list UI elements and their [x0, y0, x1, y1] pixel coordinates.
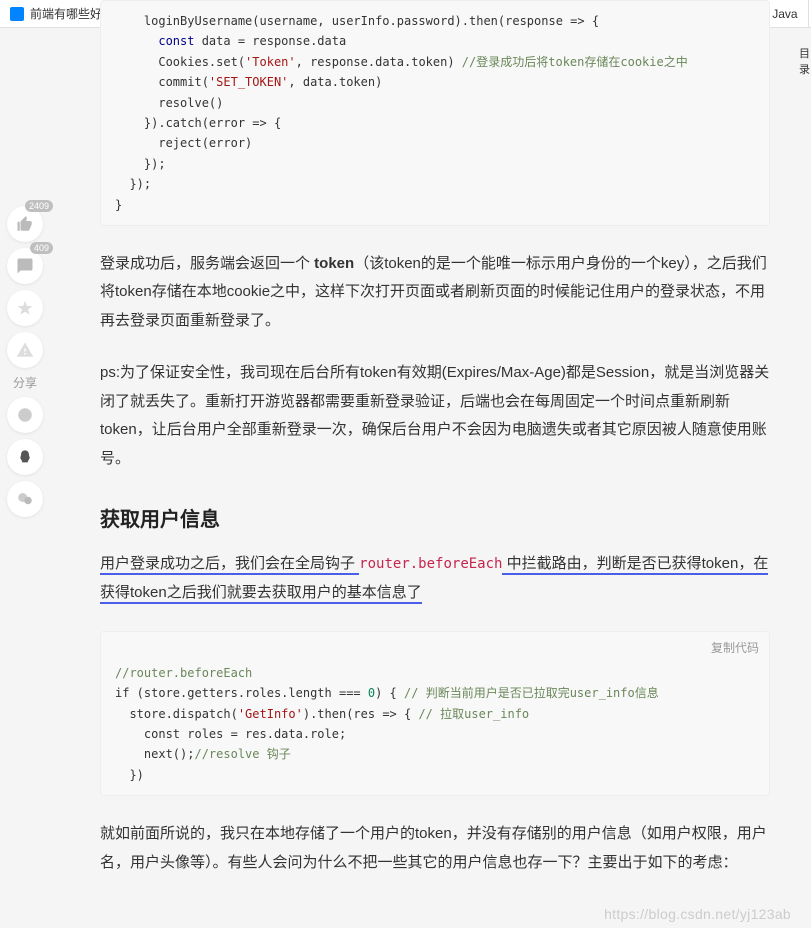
warn-button[interactable] — [7, 332, 43, 368]
favicon-icon — [10, 7, 24, 21]
code-line: ) { — [375, 686, 404, 700]
paragraph-token: 登录成功后，服务端会返回一个 token（该token的是一个能唯一标示用户身份… — [100, 250, 770, 336]
comment-count-badge: 409 — [30, 242, 53, 254]
paragraph-why: 就如前面所说的，我只在本地存储了一个用户的token，并没有存储别的用户信息（如… — [100, 820, 770, 877]
article-content: loginByUsername(username, userInfo.passw… — [100, 0, 770, 901]
weibo-icon — [16, 406, 34, 424]
like-button[interactable]: 2409 — [7, 206, 43, 242]
warning-icon — [16, 341, 34, 359]
wechat-icon — [16, 490, 34, 508]
code-line: next(); — [115, 747, 194, 761]
qq-button[interactable] — [7, 439, 43, 475]
heading-get-user-info: 获取用户信息 — [100, 503, 770, 532]
code-line: const roles = res.data.role; — [115, 727, 346, 741]
qq-icon — [17, 449, 33, 465]
code-block-beforeeach: 复制代码 //router.beforeEach if (store.gette… — [100, 631, 770, 796]
code-line: ).then(res => { — [303, 707, 419, 721]
text-underlined: 用户登录成功之后，我们会在全局钩子 — [100, 555, 359, 575]
code-line: //router.beforeEach — [115, 666, 252, 680]
text: 登录成功后，服务端会返回一个 — [100, 255, 314, 272]
wechat-button[interactable] — [7, 481, 43, 517]
table-of-contents: 目录 — [799, 45, 811, 77]
code-comment: // 拉取user_info — [418, 707, 529, 721]
code-comment: // 判断当前用户是否已拉取完user_info信息 — [404, 686, 659, 700]
inline-code: router.beforeEach — [359, 556, 502, 572]
weibo-button[interactable] — [7, 397, 43, 433]
code-block-login: loginByUsername(username, userInfo.passw… — [100, 0, 770, 226]
share-sidebar: 2409 409 分享 — [0, 200, 50, 523]
share-label: 分享 — [0, 374, 50, 391]
comment-icon — [16, 257, 34, 275]
like-count-badge: 2409 — [25, 200, 53, 212]
code-comment: //resolve 钩子 — [194, 747, 290, 761]
code-str: 'GetInfo' — [238, 707, 303, 721]
thumbs-up-icon — [16, 215, 34, 233]
paragraph-ps: ps:为了保证安全性，我司现在后台所有token有效期(Expires/Max-… — [100, 359, 770, 473]
code-line: if (store.getters.roles.length === — [115, 686, 368, 700]
code-line: store.dispatch( — [115, 707, 238, 721]
tab-label: Java — [772, 7, 797, 21]
star-icon — [16, 299, 34, 317]
paragraph-beforeeach: 用户登录成功之后，我们会在全局钩子 router.beforeEach 中拦截路… — [100, 550, 770, 607]
star-button[interactable] — [7, 290, 43, 326]
code-line: }) — [115, 768, 144, 782]
watermark: https://blog.csdn.net/yj123ab — [604, 906, 791, 922]
comment-button[interactable]: 409 — [7, 248, 43, 284]
copy-code-button[interactable]: 复制代码 — [711, 638, 759, 658]
token-bold: token — [314, 255, 354, 272]
